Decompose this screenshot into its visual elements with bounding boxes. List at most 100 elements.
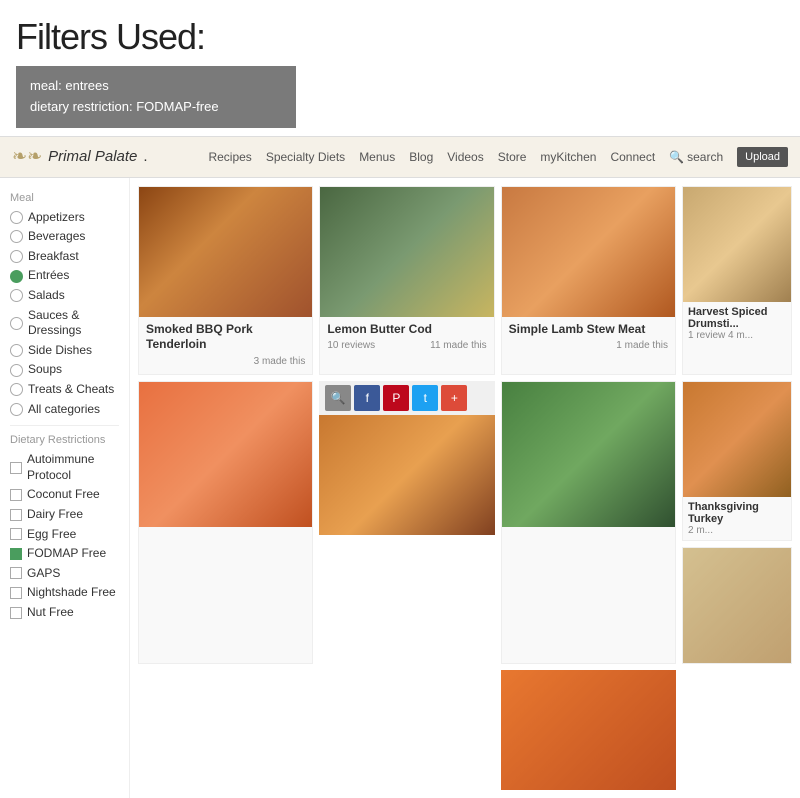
label-coconut: Coconut Free (27, 487, 100, 503)
sidebar-item-nut-free[interactable]: Nut Free (10, 605, 119, 621)
search-button[interactable]: 🔍 search (669, 150, 723, 164)
sidebar-item-coconut-free[interactable]: Coconut Free (10, 487, 119, 503)
sidebar: Meal Appetizers Beverages Breakfast Entr… (0, 178, 130, 798)
label-entrees: Entrées (28, 268, 69, 284)
recipe-reviews-cod: 10 reviews (327, 340, 375, 351)
checkbox-dairy (10, 509, 22, 521)
recipe-card-cod[interactable]: Lemon Butter Cod 10 reviews 11 made this (319, 186, 494, 375)
recipe-info-turkey: Thanksgiving Turkey 2 m... (683, 497, 791, 540)
recipe-card-greens[interactable] (501, 381, 676, 664)
recipe-title-lamb: Simple Lamb Stew Meat (509, 322, 668, 338)
share-pinterest-btn[interactable]: P (383, 385, 409, 411)
recipe-meta-bbq: 3 made this (146, 356, 305, 367)
recipe-meta-cod: 10 reviews 11 made this (327, 340, 486, 351)
label-beverages: Beverages (28, 229, 85, 245)
label-egg: Egg Free (27, 527, 76, 543)
sidebar-item-fodmap[interactable]: FODMAP Free (10, 546, 119, 562)
dietary-section-title: Dietary Restrictions (10, 434, 119, 446)
recipe-title-harvest: Harvest Spiced Drumsti... (688, 306, 786, 330)
recipe-card-pizza-col: 🔍 f P t + (319, 381, 494, 664)
sidebar-item-autoimmune[interactable]: Autoimmune Protocol (10, 452, 119, 483)
checkbox-coconut (10, 489, 22, 501)
recipe-card-side4[interactable] (682, 547, 792, 664)
recipe-image-salmon (139, 382, 312, 527)
label-treats: Treats & Cheats (28, 382, 114, 398)
sidebar-item-appetizers[interactable]: Appetizers (10, 210, 119, 226)
checkbox-egg (10, 528, 22, 540)
navbar: ❧❧ Primal Palate . Recipes Specialty Die… (0, 136, 800, 178)
radio-soups (10, 364, 23, 377)
label-all: All categories (28, 402, 100, 418)
sidebar-item-soups[interactable]: Soups (10, 362, 119, 378)
label-fodmap: FODMAP Free (27, 546, 106, 562)
recipe-image-harvest (683, 187, 791, 302)
recipe-info-harvest: Harvest Spiced Drumsti... 1 review 4 m..… (683, 302, 791, 345)
recipe-made-bbq: 3 made this (254, 356, 306, 367)
radio-appetizers (10, 211, 23, 224)
sidebar-item-side-dishes[interactable]: Side Dishes (10, 343, 119, 359)
sidebar-item-salads[interactable]: Salads (10, 288, 119, 304)
share-bar: 🔍 f P t + (319, 381, 494, 415)
brand[interactable]: ❧❧ Primal Palate . (12, 146, 148, 167)
recipe-card-bbq-pork[interactable]: Smoked BBQ Pork Tenderloin 3 made this (138, 186, 313, 375)
label-breakfast: Breakfast (28, 249, 79, 265)
nav-connect[interactable]: Connect (610, 150, 655, 164)
sidebar-item-entrees[interactable]: Entrées (10, 268, 119, 284)
nav-blog[interactable]: Blog (409, 150, 433, 164)
label-nightshade: Nightshade Free (27, 585, 116, 601)
recipe-info-bbq: Smoked BBQ Pork Tenderloin 3 made this (139, 317, 312, 374)
recipe-made-cod: 11 made this (430, 340, 487, 351)
radio-treats (10, 383, 23, 396)
label-dairy: Dairy Free (27, 507, 83, 523)
sidebar-item-nightshade[interactable]: Nightshade Free (10, 585, 119, 601)
brand-name: Primal Palate (48, 148, 137, 165)
recipe-card-turkey[interactable]: Thanksgiving Turkey 2 m... (682, 381, 792, 541)
checkbox-fodmap (10, 548, 22, 560)
recipe-made-turkey: 2 m... (688, 525, 713, 536)
sidebar-item-breakfast[interactable]: Breakfast (10, 249, 119, 265)
filters-header: Filters Used: meal: entrees dietary rest… (0, 0, 800, 136)
sidebar-item-beverages[interactable]: Beverages (10, 229, 119, 245)
sidebar-item-all-categories[interactable]: All categories (10, 402, 119, 418)
nav-videos[interactable]: Videos (447, 150, 483, 164)
recipe-reviews-harvest: 1 review (688, 330, 725, 341)
recipe-grid: Smoked BBQ Pork Tenderloin 3 made this L… (130, 178, 800, 798)
nav-recipes[interactable]: Recipes (208, 150, 251, 164)
checkbox-gaps (10, 567, 22, 579)
radio-salads (10, 289, 23, 302)
sidebar-item-treats[interactable]: Treats & Cheats (10, 382, 119, 398)
nav-menus[interactable]: Menus (359, 150, 395, 164)
recipe-card-salmon[interactable] (138, 381, 313, 664)
nav-store[interactable]: Store (498, 150, 527, 164)
recipe-card-harvest[interactable]: Harvest Spiced Drumsti... 1 review 4 m..… (682, 186, 792, 375)
share-facebook-btn[interactable]: f (354, 385, 380, 411)
filter-meal: meal: entrees (30, 76, 282, 97)
main-layout: Meal Appetizers Beverages Breakfast Entr… (0, 178, 800, 798)
sidebar-item-dairy-free[interactable]: Dairy Free (10, 507, 119, 523)
recipe-image-bbq (139, 187, 312, 317)
recipe-made-lamb: 1 made this (616, 340, 668, 351)
page-title: Filters Used: (16, 16, 784, 58)
recipe-image-greens (502, 382, 675, 527)
share-plus-btn[interactable]: + (441, 385, 467, 411)
radio-beverages (10, 230, 23, 243)
checkbox-nut (10, 607, 22, 619)
label-appetizers: Appetizers (28, 210, 85, 226)
recipe-card-crab[interactable] (501, 670, 676, 790)
brand-dot: . (143, 148, 147, 165)
upload-button[interactable]: Upload (737, 147, 788, 167)
nav-specialty[interactable]: Specialty Diets (266, 150, 345, 164)
nav-mykitchen[interactable]: myKitchen (540, 150, 596, 164)
sidebar-item-egg-free[interactable]: Egg Free (10, 527, 119, 543)
recipe-title-cod: Lemon Butter Cod (327, 322, 486, 338)
share-search-btn[interactable]: 🔍 (325, 385, 351, 411)
recipe-card-lamb[interactable]: Simple Lamb Stew Meat 1 made this (501, 186, 676, 375)
sidebar-divider (10, 425, 119, 426)
recipe-info-cod: Lemon Butter Cod 10 reviews 11 made this (320, 317, 493, 359)
radio-sauces (10, 317, 23, 330)
sidebar-item-gaps[interactable]: GAPS (10, 566, 119, 582)
share-twitter-btn[interactable]: t (412, 385, 438, 411)
label-gaps: GAPS (27, 566, 60, 582)
recipe-image-turkey (683, 382, 791, 497)
sidebar-item-sauces[interactable]: Sauces & Dressings (10, 308, 119, 339)
